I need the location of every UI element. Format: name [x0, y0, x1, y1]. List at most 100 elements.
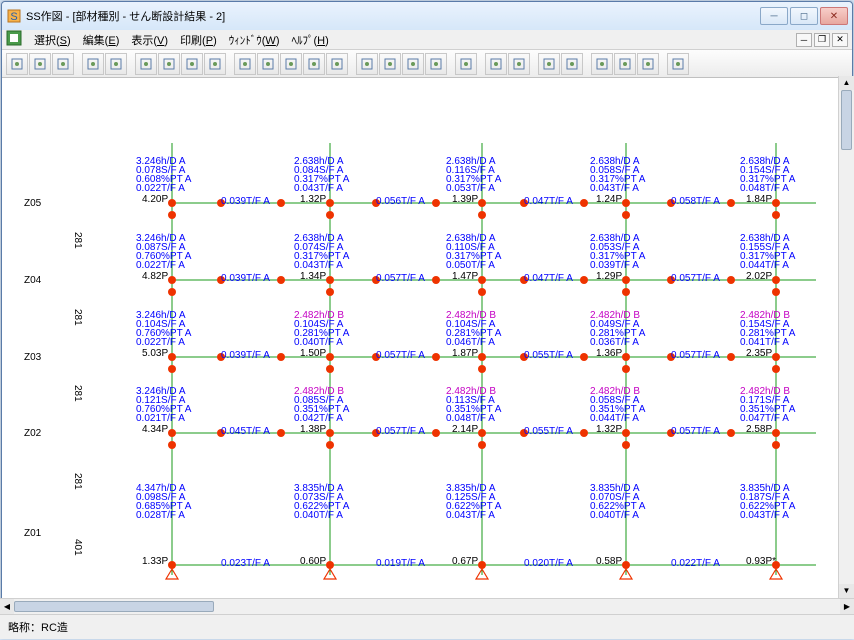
p-value: 1.33P	[142, 556, 168, 568]
statusbar: 略称：RC造	[0, 614, 854, 639]
tf-value: 0.057T/F A	[671, 350, 720, 362]
minimize-button[interactable]: ─	[760, 7, 788, 25]
z-label: Z03	[24, 352, 41, 364]
tf-value: 0.047T/F A	[524, 273, 573, 285]
toolbar-back-button[interactable]	[82, 53, 104, 75]
block-value: 0.044T/F A	[740, 260, 789, 272]
block-value: 0.021T/F A	[136, 413, 185, 425]
tf-value: 0.058T/F A	[671, 196, 720, 208]
toolbar-a2-button[interactable]	[379, 53, 401, 75]
block-value: 0.053T/F A	[446, 183, 495, 195]
toolbar-p1-button[interactable]	[538, 53, 560, 75]
block-value: 0.022T/F A	[136, 260, 185, 272]
tf-value: 0.057T/F A	[671, 426, 720, 438]
block-value: 0.047T/F A	[740, 413, 789, 425]
p-value: 2.02P	[746, 271, 772, 283]
p-value: 1.29P	[596, 271, 622, 283]
block-value: 0.028T/F A	[136, 510, 185, 522]
menu-v[interactable]: 表示(V)	[125, 33, 174, 49]
toolbar-d3-button[interactable]	[280, 53, 302, 75]
row-dimension: 281	[72, 232, 83, 249]
tf-value: 0.055T/F A	[524, 350, 573, 362]
p-value: 2.58P	[746, 424, 772, 436]
p-value: 1.32P	[596, 424, 622, 436]
vertical-scrollbar[interactable]: ▲▼	[838, 76, 854, 598]
toolbar-d5-button[interactable]	[326, 53, 348, 75]
menu-s[interactable]: 選択(S)	[28, 33, 77, 49]
z-label: Z02	[24, 428, 41, 440]
p-value: 1.34P	[300, 271, 326, 283]
block-value: 0.040T/F A	[294, 510, 343, 522]
tf-value: 0.039T/F A	[221, 196, 270, 208]
toolbar-z2-button[interactable]	[485, 53, 507, 75]
menu-e[interactable]: 編集(E)	[77, 33, 126, 49]
row-dimension: 401	[72, 539, 83, 556]
tf-value: 0.057T/F A	[376, 350, 425, 362]
tf-value: 0.022T/F A	[671, 558, 720, 570]
tf-value: 0.057T/F A	[671, 273, 720, 285]
block-value: 0.042T/F A	[294, 413, 343, 425]
block-value: 0.039T/F A	[590, 260, 639, 272]
toolbar-q-button[interactable]	[667, 53, 689, 75]
toolbar-i3-button[interactable]	[181, 53, 203, 75]
p-value: 1.87P	[452, 348, 478, 360]
toolbar-h1-button[interactable]	[591, 53, 613, 75]
close-button[interactable]: ✕	[820, 7, 848, 25]
toolbar-d1-button[interactable]	[234, 53, 256, 75]
toolbar-i4-button[interactable]	[204, 53, 226, 75]
toolbar-layers-button[interactable]	[29, 53, 51, 75]
app-icon-small[interactable]	[6, 30, 22, 49]
z-label: Z05	[24, 198, 41, 210]
toolbar-d4-button[interactable]	[303, 53, 325, 75]
z-label: Z04	[24, 275, 41, 287]
toolbar-i2-button[interactable]	[158, 53, 180, 75]
tf-value: 0.057T/F A	[376, 273, 425, 285]
svg-text:S: S	[10, 11, 17, 23]
block-value: 0.040T/F A	[590, 510, 639, 522]
p-value: 1.47P	[452, 271, 478, 283]
toolbar-a3-button[interactable]	[402, 53, 424, 75]
p-value: 0.93P*	[746, 556, 776, 568]
menu-h[interactable]: ﾍﾙﾌﾟ(H)	[285, 33, 334, 49]
row-dimension: 281	[72, 385, 83, 402]
toolbar-z1-button[interactable]	[455, 53, 477, 75]
mdi-restore-button[interactable]: ❐	[814, 33, 830, 47]
toolbar-layers2-button[interactable]	[52, 53, 74, 75]
block-value: 0.046T/F A	[446, 337, 495, 349]
block-value: 0.022T/F A	[136, 183, 185, 195]
mdi-minimize-button[interactable]: ─	[796, 33, 812, 47]
toolbar-i1-button[interactable]	[135, 53, 157, 75]
p-value: 2.35P	[746, 348, 772, 360]
titlebar: S SS作図 - [部材種別 - せん断設計結果 - 2] ─ ◻ ✕	[2, 2, 852, 30]
mdi-close-button[interactable]: ✕	[832, 33, 848, 47]
block-value: 0.050T/F A	[446, 260, 495, 272]
menu-p[interactable]: 印刷(P)	[174, 33, 223, 49]
p-value: 1.38P	[300, 424, 326, 436]
block-value: 0.043T/F A	[590, 183, 639, 195]
tf-value: 0.057T/F A	[376, 426, 425, 438]
p-value: 4.34P	[142, 424, 168, 436]
toolbar-fwd-button[interactable]	[105, 53, 127, 75]
menu-w[interactable]: ｳｨﾝﾄﾞｳ(W)	[223, 33, 286, 49]
status-text: 略称：RC造	[8, 622, 68, 634]
toolbar	[2, 50, 852, 78]
tf-value: 0.039T/F A	[221, 273, 270, 285]
toolbar-z3-button[interactable]	[508, 53, 530, 75]
menubar: 選択(S)編集(E)表示(V)印刷(P)ｳｨﾝﾄﾞｳ(W)ﾍﾙﾌﾟ(H) ─ ❐…	[2, 30, 852, 50]
block-value: 0.044T/F A	[590, 413, 639, 425]
toolbar-d2-button[interactable]	[257, 53, 279, 75]
block-value: 0.022T/F A	[136, 337, 185, 349]
toolbar-grid-button[interactable]	[6, 53, 28, 75]
horizontal-scrollbar[interactable]: ◀▶	[0, 598, 854, 614]
toolbar-a4-button[interactable]	[425, 53, 447, 75]
toolbar-a1-button[interactable]	[356, 53, 378, 75]
p-value: 1.36P	[596, 348, 622, 360]
toolbar-h2-button[interactable]	[614, 53, 636, 75]
p-value: 4.20P	[142, 194, 168, 206]
tf-value: 0.047T/F A	[524, 196, 573, 208]
block-value: 0.048T/F A	[446, 413, 495, 425]
toolbar-h3-button[interactable]	[637, 53, 659, 75]
app-icon: S	[6, 8, 22, 24]
maximize-button[interactable]: ◻	[790, 7, 818, 25]
toolbar-p2-button[interactable]	[561, 53, 583, 75]
